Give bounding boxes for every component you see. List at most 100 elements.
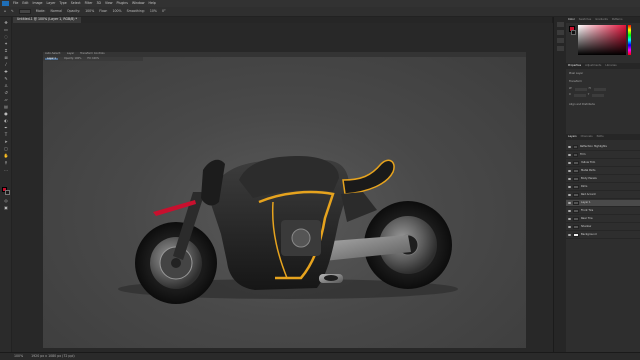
layer-thumbnail <box>573 177 579 181</box>
tab-properties[interactable]: Properties <box>568 64 581 68</box>
move-tool-icon[interactable]: ✥ <box>3 21 9 25</box>
visibility-eye-icon[interactable] <box>568 162 571 164</box>
hue-slider[interactable] <box>628 25 631 55</box>
smoothing-field[interactable]: 10% <box>150 9 157 13</box>
visibility-eye-icon[interactable] <box>568 194 571 196</box>
menu-window[interactable]: Window <box>132 1 145 5</box>
height-field[interactable] <box>593 87 606 91</box>
y-field[interactable] <box>592 93 605 97</box>
more-tools-icon[interactable]: … <box>3 168 9 172</box>
brush-preset-icon[interactable]: ✎ <box>11 9 14 13</box>
type-tool-icon[interactable]: T <box>3 133 9 137</box>
menu-plugins[interactable]: Plugins <box>117 1 128 5</box>
tab-gradients[interactable]: Gradients <box>595 18 608 22</box>
home-icon[interactable]: ⌂ <box>4 9 6 13</box>
lasso-tool-icon[interactable]: ◌ <box>3 35 9 39</box>
x-label: X <box>569 92 571 96</box>
visibility-eye-icon[interactable] <box>568 154 571 156</box>
tab-layers[interactable]: Layers <box>568 135 577 139</box>
layer-row[interactable]: Metal Parts <box>566 168 640 175</box>
character-panel-icon[interactable] <box>557 38 564 43</box>
tab-channels[interactable]: Channels <box>581 135 593 139</box>
visibility-eye-icon[interactable] <box>568 186 571 188</box>
clone-stamp-tool-icon[interactable]: ♙ <box>3 84 9 88</box>
menu-image[interactable]: Image <box>33 1 43 5</box>
layer-row[interactable]: Shadow <box>566 224 640 231</box>
layer-thumbnail <box>573 201 579 205</box>
eyedropper-tool-icon[interactable]: ⁄ <box>3 63 9 67</box>
visibility-eye-icon[interactable] <box>568 178 571 180</box>
paragraph-panel-icon[interactable] <box>557 46 564 51</box>
visibility-eye-icon[interactable] <box>568 234 571 236</box>
tab-paths[interactable]: Paths <box>597 135 604 139</box>
crop-tool-icon[interactable]: ⌗ <box>3 49 9 53</box>
menu-3d[interactable]: 3D <box>96 1 100 5</box>
tab-color[interactable]: Color <box>568 18 575 22</box>
quick-select-tool-icon[interactable]: ✦ <box>3 42 9 46</box>
hand-tool-icon[interactable]: ✋ <box>3 154 9 158</box>
visibility-eye-icon[interactable] <box>568 226 571 228</box>
layer-row[interactable]: Red Accent <box>566 192 640 199</box>
path-select-tool-icon[interactable]: ➤ <box>3 140 9 144</box>
menu-file[interactable]: File <box>13 1 18 5</box>
healing-brush-tool-icon[interactable]: ✚ <box>3 70 9 74</box>
layer-row[interactable]: Rear Tire <box>566 216 640 223</box>
menu-type[interactable]: Type <box>59 1 66 5</box>
menu-filter[interactable]: Filter <box>85 1 93 5</box>
visibility-eye-icon[interactable] <box>568 202 571 204</box>
menu-view[interactable]: View <box>105 1 113 5</box>
layer-row[interactable]: Yellow Trim <box>566 160 640 167</box>
dodge-tool-icon[interactable]: ◐ <box>3 119 9 123</box>
photoshop-logo-icon[interactable] <box>2 1 9 6</box>
width-field[interactable] <box>574 87 587 91</box>
canvas[interactable]: Auto-Select: Layer Transform Controls La… <box>43 52 526 348</box>
history-panel-icon[interactable] <box>557 22 564 27</box>
layer-row[interactable]: Reflection Highlights <box>566 144 640 151</box>
x-field[interactable] <box>573 93 586 97</box>
mode-select[interactable]: Normal <box>50 9 62 13</box>
opacity-label: Opacity: <box>67 8 81 13</box>
layer-row[interactable]: Rims <box>566 184 640 191</box>
flow-field[interactable]: 100% <box>112 9 121 13</box>
blur-tool-icon[interactable]: ● <box>3 112 9 116</box>
panel-background-swatch[interactable] <box>571 30 576 35</box>
workspace: Auto-Select: Layer Transform Controls La… <box>12 23 553 352</box>
layer-row[interactable]: Front Tire <box>566 208 640 215</box>
eraser-tool-icon[interactable]: ▱ <box>3 98 9 102</box>
layer-row[interactable]: Layer 1 <box>566 200 640 207</box>
tab-swatches[interactable]: Swatches <box>579 18 591 22</box>
tab-libraries[interactable]: Libraries <box>605 64 616 68</box>
menu-edit[interactable]: Edit <box>22 1 28 5</box>
brush-size-picker[interactable] <box>18 9 31 14</box>
shape-tool-icon[interactable]: ▢ <box>3 147 9 151</box>
history-brush-tool-icon[interactable]: ↺ <box>3 91 9 95</box>
status-doc-info[interactable]: 1920 px x 1080 px (72 ppi) <box>31 354 74 358</box>
brush-settings-icon[interactable] <box>557 30 564 35</box>
angle-field[interactable]: 0° <box>162 9 166 13</box>
menu-help[interactable]: Help <box>149 1 156 5</box>
quick-mask-icon[interactable]: ◎ <box>3 199 9 203</box>
screen-mode-icon[interactable]: ▣ <box>3 206 9 210</box>
frame-tool-icon[interactable]: ⊠ <box>3 56 9 60</box>
visibility-eye-icon[interactable] <box>568 146 571 148</box>
visibility-eye-icon[interactable] <box>568 170 571 172</box>
brush-tool-icon[interactable]: ✎ <box>3 77 9 81</box>
pen-tool-icon[interactable]: ✒ <box>3 126 9 130</box>
properties-panel-tabs: Properties Adjustments Libraries <box>566 63 640 69</box>
opacity-field[interactable]: 100% <box>85 9 94 13</box>
visibility-eye-icon[interactable] <box>568 210 571 212</box>
background-color-swatch[interactable] <box>5 190 10 195</box>
menu-layer[interactable]: Layer <box>47 1 56 5</box>
zoom-tool-icon[interactable]: ⚲ <box>3 161 9 165</box>
status-zoom[interactable]: 100% <box>14 354 23 358</box>
layer-row[interactable]: Background <box>566 232 640 239</box>
color-field[interactable] <box>578 25 626 55</box>
marquee-tool-icon[interactable]: ▭ <box>3 28 9 32</box>
tab-patterns[interactable]: Patterns <box>612 18 623 22</box>
menu-select[interactable]: Select <box>71 1 81 5</box>
gradient-tool-icon[interactable]: ▤ <box>3 105 9 109</box>
visibility-eye-icon[interactable] <box>568 218 571 220</box>
tab-adjustments[interactable]: Adjustments <box>585 64 601 68</box>
layer-row[interactable]: Trim <box>566 152 640 159</box>
layer-row[interactable]: Body Panels <box>566 176 640 183</box>
